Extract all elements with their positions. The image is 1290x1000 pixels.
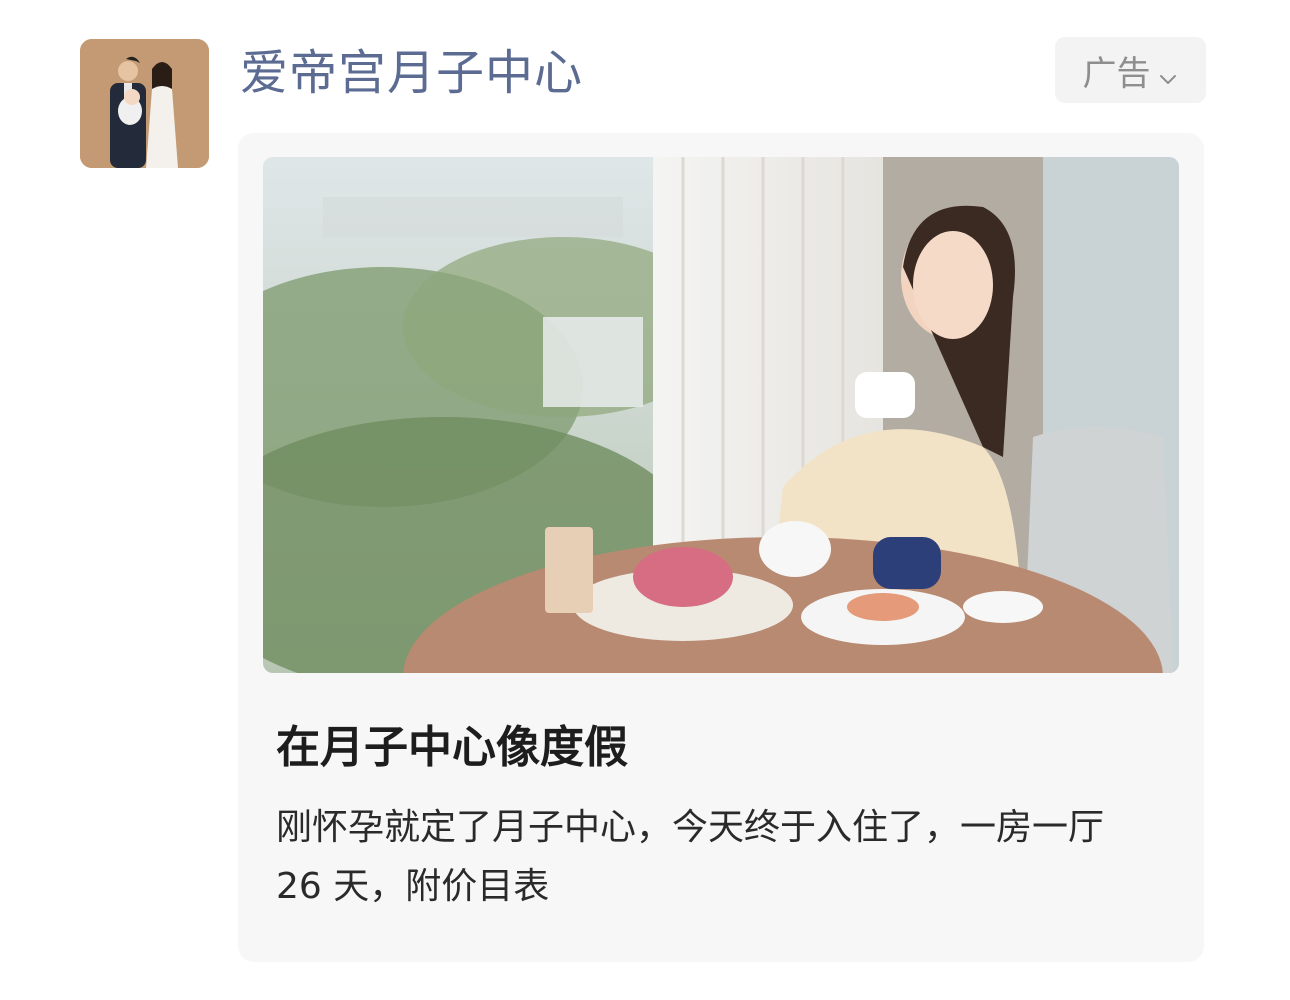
hero-image[interactable] — [263, 157, 1179, 673]
family-photo-icon — [80, 39, 209, 168]
ad-tag-button[interactable]: 广告 — [1055, 37, 1206, 103]
account-avatar[interactable] — [80, 39, 209, 168]
chevron-down-icon — [1157, 59, 1179, 84]
post-description: 刚怀孕就定了月子中心，今天终于入住了，一房一厅 26 天，附价目表 — [276, 807, 1105, 907]
ad-tag-label: 广告 — [1082, 53, 1151, 94]
woman-dining-photo — [263, 157, 1179, 673]
post-title: 在月子中心像度假 — [276, 722, 628, 773]
account-name[interactable]: 爱帝宫月子中心 — [240, 38, 583, 108]
ad-card[interactable]: 在月子中心像度假 刚怀孕就定了月子中心，今天终于入住了，一房一厅 26 天，附价… — [238, 133, 1204, 962]
